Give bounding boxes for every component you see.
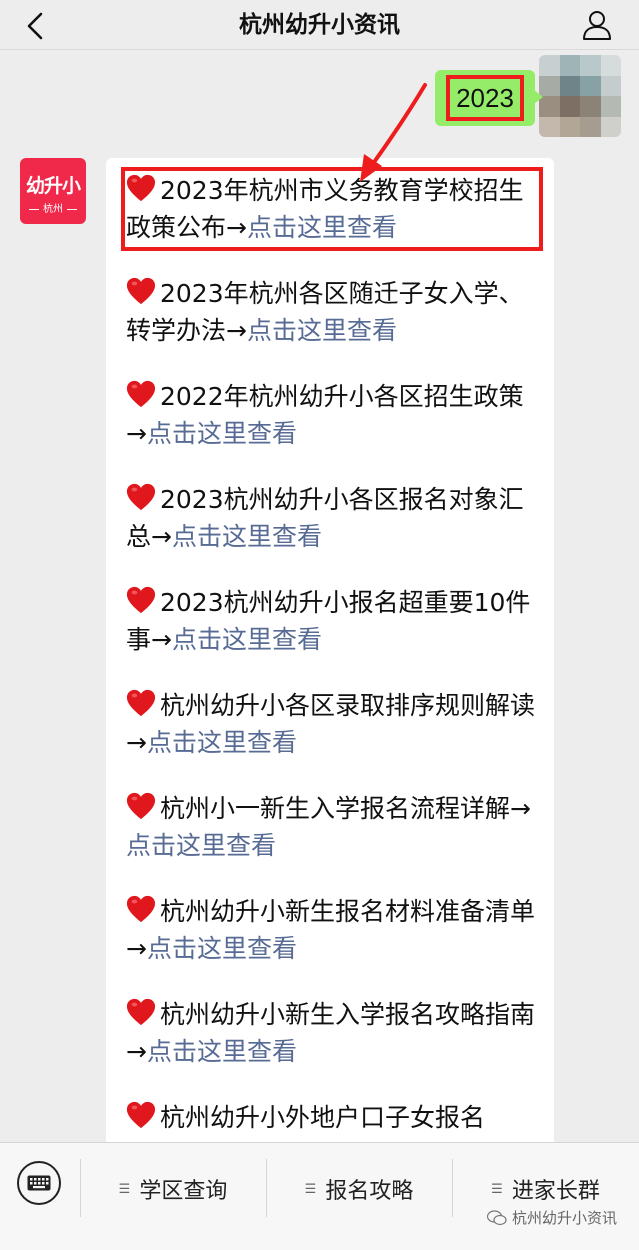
- article-link-item: 2023杭州幼升小报名超重要10件事→点击这里查看: [126, 584, 538, 658]
- page-title: 杭州幼升小资讯: [239, 12, 400, 38]
- view-link[interactable]: 点击这里查看: [247, 213, 397, 242]
- view-link[interactable]: 点击这里查看: [147, 1037, 297, 1066]
- menu-list-icon: ☰: [491, 1181, 503, 1197]
- arrow-glyph: →: [226, 213, 247, 242]
- keyboard-toggle-button[interactable]: [17, 1161, 61, 1205]
- user-profile-icon: [583, 11, 611, 40]
- article-link-item: 杭州幼升小外地户口子女报名: [126, 1099, 538, 1136]
- menu-school-district-query[interactable]: ☰ 学区查询: [80, 1143, 266, 1235]
- article-title: 杭州幼升小新生入学报名攻略指南: [160, 1000, 536, 1029]
- view-link[interactable]: 点击这里查看: [147, 419, 297, 448]
- view-link[interactable]: 点击这里查看: [172, 522, 322, 551]
- article-title: 杭州幼升小外地户口子女报名: [160, 1103, 486, 1132]
- article-link-item: 2022年杭州幼升小各区招生政策 →点击这里查看: [126, 378, 538, 452]
- arrow-glyph: →: [126, 934, 147, 963]
- bottom-menu-bar: ☰ 学区查询 ☰ 报名攻略 ☰ 进家长群 杭州幼升小资讯: [0, 1142, 639, 1250]
- article-link-list: 2023年杭州市义务教育学校招生政策公布→点击这里查看 2023年杭州各区随迁子女…: [106, 158, 554, 1136]
- arrow-glyph: →: [151, 522, 172, 551]
- avatar-logo-main: 幼升小: [25, 175, 81, 197]
- menu-label: 学区查询: [139, 1179, 228, 1204]
- arrow-glyph: →: [151, 625, 172, 654]
- watermark: 杭州幼升小资讯: [486, 1207, 617, 1228]
- avatar-logo-sub: 杭州: [20, 200, 86, 215]
- view-link[interactable]: 点击这里查看: [172, 625, 322, 654]
- sent-message-bubble[interactable]: 2023: [435, 70, 543, 126]
- view-link[interactable]: 点击这里查看: [126, 831, 276, 860]
- sent-message-text: 2023: [446, 75, 524, 121]
- arrow-glyph: →: [126, 728, 147, 757]
- view-link[interactable]: 点击这里查看: [247, 316, 397, 345]
- arrow-glyph: →: [510, 794, 531, 823]
- article-title: 2022年杭州幼升小各区招生政策: [160, 382, 524, 411]
- menu-list-icon: ☰: [304, 1181, 317, 1197]
- article-link-item: 2023杭州幼升小各区报名对象汇总→点击这里查看: [126, 481, 538, 555]
- user-avatar[interactable]: [539, 55, 621, 137]
- heart-icon: [126, 483, 156, 511]
- menu-label: 报名攻略: [325, 1179, 414, 1204]
- article-title: 杭州幼升小新生报名材料准备清单: [160, 897, 536, 926]
- arrow-glyph: →: [226, 316, 247, 345]
- back-button[interactable]: [16, 6, 56, 46]
- article-link-item: 杭州幼升小新生入学报名攻略指南 →点击这里查看: [126, 996, 538, 1070]
- nav-header: 杭州幼升小资讯: [0, 0, 639, 50]
- article-title: 杭州小一新生入学报名流程详解: [160, 794, 511, 823]
- menu-registration-guide[interactable]: ☰ 报名攻略: [266, 1143, 452, 1235]
- official-account-avatar[interactable]: 幼升小 杭州: [20, 158, 86, 224]
- article-link-item: 杭州小一新生入学报名流程详解→ 点击这里查看: [126, 790, 538, 864]
- heart-icon: [126, 792, 156, 820]
- heart-icon: [126, 277, 156, 305]
- heart-icon: [126, 1101, 156, 1129]
- watermark-text: 杭州幼升小资讯: [511, 1209, 617, 1227]
- profile-button[interactable]: [577, 5, 617, 45]
- reply-message-bubble: 2023年杭州市义务教育学校招生政策公布→点击这里查看 2023年杭州各区随迁子女…: [106, 158, 554, 1148]
- heart-icon: [126, 895, 156, 923]
- article-link-item: 2023年杭州市义务教育学校招生政策公布→点击这里查看: [121, 167, 543, 251]
- view-link[interactable]: 点击这里查看: [147, 728, 297, 757]
- view-link[interactable]: 点击这里查看: [147, 934, 297, 963]
- heart-icon: [126, 380, 156, 408]
- article-title: 杭州幼升小各区录取排序规则解读: [160, 691, 536, 720]
- arrow-glyph: →: [126, 1037, 147, 1066]
- article-link-item: 2023年杭州各区随迁子女入学、转学办法→点击这里查看: [126, 275, 538, 349]
- back-icon: [27, 12, 43, 40]
- heart-icon: [126, 586, 156, 614]
- wechat-icon: [486, 1209, 507, 1225]
- menu-label: 进家长群: [511, 1179, 600, 1204]
- arrow-glyph: →: [126, 419, 147, 448]
- keyboard-icon: [27, 1175, 51, 1191]
- heart-icon: [126, 174, 156, 202]
- article-link-item: 杭州幼升小新生报名材料准备清单 →点击这里查看: [126, 893, 538, 967]
- heart-icon: [126, 998, 156, 1026]
- article-link-item: 杭州幼升小各区录取排序规则解读 →点击这里查看: [126, 687, 538, 761]
- heart-icon: [126, 689, 156, 717]
- menu-list-icon: ☰: [118, 1181, 131, 1197]
